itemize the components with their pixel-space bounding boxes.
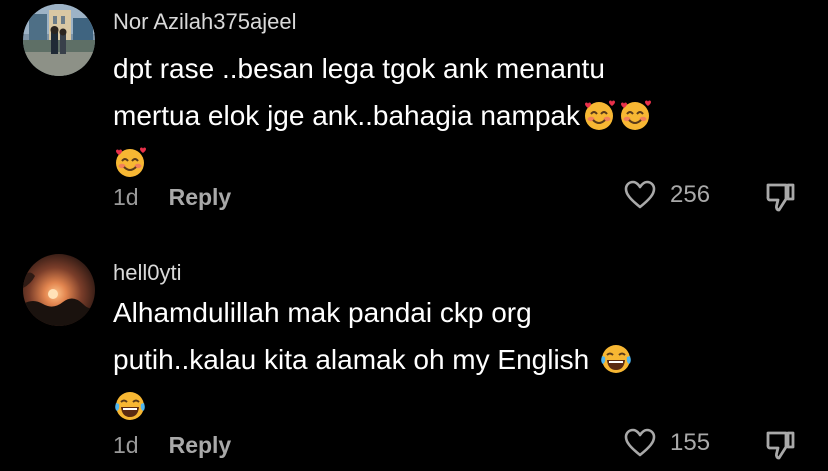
dislike-button[interactable] [764,181,796,213]
comment-meta: 1d Reply [113,184,231,211]
comment-item: Nor Azilah375ajeel dpt rase ..besan lega… [0,0,828,235]
like-count: 256 [670,181,711,208]
face-with-tears-of-joy-icon [113,389,147,423]
comment-text-segment: putih..kalau kita alamak oh my English [113,344,590,375]
comment-meta: 1d Reply [113,432,231,459]
comment-text-line [113,383,733,430]
thumbs-down-icon [766,183,795,212]
avatar[interactable] [23,254,95,326]
timestamp: 1d [113,184,139,210]
username[interactable]: Nor Azilah375ajeel [113,9,296,35]
comment-text-line: putih..kalau kita alamak oh my English [113,336,733,383]
comment-text-line [113,139,733,186]
smiling-face-with-hearts-icon [618,98,652,132]
timestamp: 1d [113,432,139,458]
comment-text: Alhamdulillah mak pandai ckp org putih..… [113,289,733,430]
like-count: 155 [670,429,711,456]
reply-button[interactable]: Reply [169,432,232,458]
face-with-tears-of-joy-icon [599,342,633,376]
like-button[interactable]: 155 [624,428,710,458]
comment-text-line: Alhamdulillah mak pandai ckp org [113,297,532,328]
reply-button[interactable]: Reply [169,184,232,210]
comment-text: dpt rase ..besan lega tgok ank menantu m… [113,45,733,186]
smiling-face-with-hearts-icon [113,145,147,179]
username[interactable]: hell0yti [113,260,181,286]
comment-text-segment: mertua elok jge ank..bahagia nampak [113,100,580,131]
profile-photo-sunset [23,254,95,326]
avatar[interactable] [23,4,95,76]
comment-text-line: mertua elok jge ank..bahagia nampak [113,92,733,139]
dislike-button[interactable] [764,429,796,461]
smiling-face-with-hearts-icon [582,98,616,132]
comment-text-line: dpt rase ..besan lega tgok ank menantu [113,53,605,84]
comment-item: hell0yti Alhamdulillah mak pandai ckp or… [0,248,828,471]
like-button[interactable]: 256 [624,180,710,210]
profile-photo-building [23,4,95,76]
heart-icon [624,180,656,209]
heart-icon [624,428,656,457]
thumbs-down-icon [766,431,795,460]
